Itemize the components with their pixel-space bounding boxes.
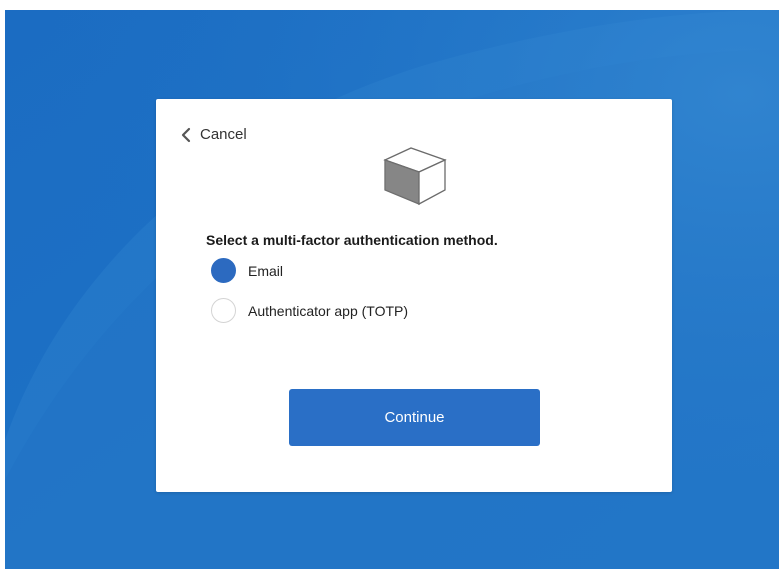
cancel-label: Cancel	[200, 126, 247, 143]
mfa-option-totp[interactable]: Authenticator app (TOTP)	[211, 298, 408, 323]
option-label-totp: Authenticator app (TOTP)	[248, 302, 409, 319]
chevron-left-icon	[181, 127, 191, 142]
mfa-option-email[interactable]: Email	[211, 258, 283, 283]
mfa-heading: Select a multi-factor authentication met…	[206, 232, 498, 248]
radio-totp[interactable]	[211, 298, 236, 323]
continue-button[interactable]: Continue	[289, 389, 540, 446]
background: Cancel Select a multi-factor authenticat…	[5, 10, 779, 569]
mfa-dialog: Cancel Select a multi-factor authenticat…	[156, 99, 672, 492]
option-label-email: Email	[248, 262, 284, 279]
cancel-link[interactable]: Cancel	[180, 126, 247, 143]
radio-email-selected[interactable]	[211, 258, 236, 283]
cube-logo	[383, 147, 447, 206]
